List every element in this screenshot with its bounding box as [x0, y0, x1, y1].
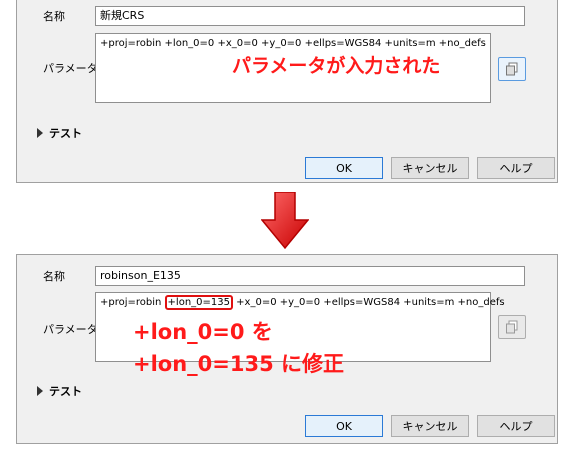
parameter-highlight: +lon_0=135: [164, 295, 233, 310]
help-button[interactable]: ヘルプ: [477, 415, 555, 437]
copy-icon: [506, 320, 518, 334]
expand-triangle-icon: [37, 386, 43, 396]
expand-triangle-icon: [37, 128, 43, 138]
top-dialog: 名称 新規CRS パラメータ +proj=robin +lon_0=0 +x_0…: [16, 0, 558, 183]
copy-icon: [506, 62, 518, 76]
name-field[interactable]: robinson_E135: [95, 266, 525, 286]
parameter-label: パラメータ: [43, 62, 98, 75]
annotation-params-entered: パラメータが入力された: [232, 55, 441, 77]
test-section-toggle[interactable]: テスト: [37, 383, 82, 399]
test-label: テスト: [49, 127, 82, 140]
parameter-text-before: +proj=robin: [100, 297, 165, 308]
cancel-button[interactable]: キャンセル: [391, 157, 469, 179]
help-button[interactable]: ヘルプ: [477, 157, 555, 179]
copy-parameters-button[interactable]: [498, 57, 526, 81]
name-label: 名称: [43, 270, 65, 283]
down-arrow-icon: [261, 192, 309, 250]
name-field[interactable]: 新規CRS: [95, 6, 525, 26]
annotation-line-2: +lon_0=135 に修正: [133, 352, 345, 376]
parameter-label: パラメータ: [43, 323, 98, 336]
ok-button[interactable]: OK: [305, 415, 383, 437]
copy-parameters-button[interactable]: [498, 315, 526, 339]
name-label: 名称: [43, 10, 65, 23]
test-label: テスト: [49, 385, 82, 398]
parameter-text: +proj=robin +lon_0=0 +x_0=0 +y_0=0 +ellp…: [100, 38, 486, 49]
cancel-button[interactable]: キャンセル: [391, 415, 469, 437]
ok-button[interactable]: OK: [305, 157, 383, 179]
test-section-toggle[interactable]: テスト: [37, 125, 82, 141]
annotation-line-1: +lon_0=0 を: [133, 320, 273, 344]
parameter-text-after: +x_0=0 +y_0=0 +ellps=WGS84 +units=m +no_…: [233, 297, 505, 308]
